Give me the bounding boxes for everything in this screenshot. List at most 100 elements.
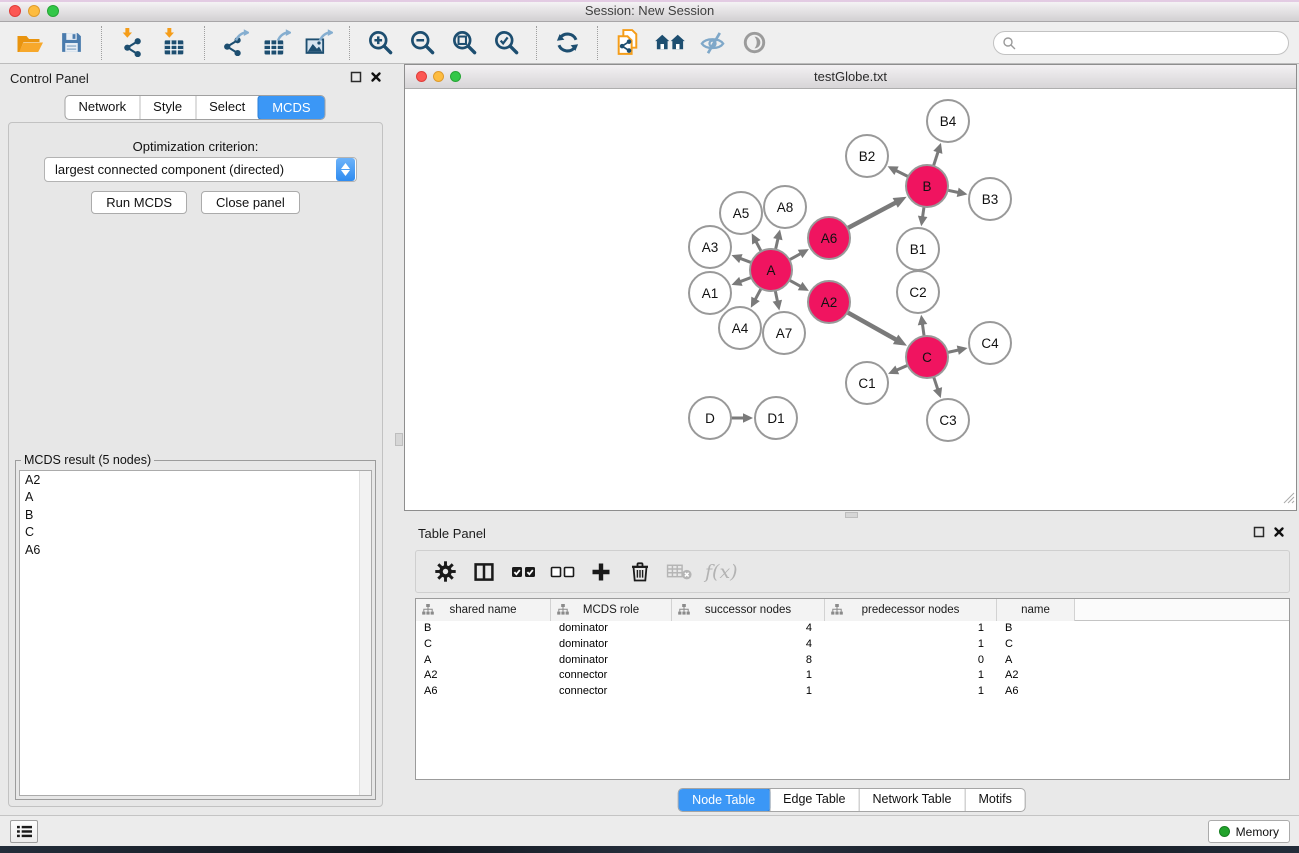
- zoom-out-icon[interactable]: [406, 27, 438, 59]
- graph-node-label: A3: [702, 240, 719, 255]
- sitemap-icon: [678, 604, 690, 618]
- graph-edge-arrowhead: [743, 413, 753, 423]
- splitter-handle-horizontal[interactable]: [845, 512, 858, 518]
- columns-icon[interactable]: [469, 557, 499, 587]
- splitter-handle-vertical[interactable]: [395, 433, 403, 446]
- close-panel-icon[interactable]: [1273, 526, 1285, 538]
- show-all-icon[interactable]: [738, 27, 770, 59]
- search-input[interactable]: [1020, 33, 1288, 53]
- graph-edge-arrowhead: [918, 315, 928, 326]
- column-header-predecessor-nodes[interactable]: predecessor nodes: [825, 599, 997, 621]
- delete-icon[interactable]: [625, 557, 655, 587]
- table-row[interactable]: Adominator80A: [416, 653, 1289, 669]
- export-table-icon[interactable]: [261, 27, 293, 59]
- zoom-selected-icon[interactable]: [490, 27, 522, 59]
- search-box[interactable]: [993, 31, 1289, 55]
- status-bar: Memory: [0, 815, 1299, 846]
- column-header-successor-nodes[interactable]: successor nodes: [672, 599, 825, 621]
- column-header-label: shared name: [449, 604, 516, 616]
- graph-node-label: A1: [702, 286, 719, 301]
- table-row[interactable]: A2connector11A2: [416, 668, 1289, 684]
- table-cell: A6: [997, 684, 1075, 700]
- zoom-fit-icon[interactable]: [448, 27, 480, 59]
- table-cell: A: [997, 653, 1075, 669]
- memory-button[interactable]: Memory: [1208, 820, 1290, 843]
- show-panels-button[interactable]: [10, 820, 38, 843]
- result-item[interactable]: A2: [20, 471, 371, 489]
- network-canvas[interactable]: B4B2BB3A8A5A6B1A3AA1C2A2A4A7C4CC1C3DD1: [405, 89, 1296, 510]
- tab-style[interactable]: Style: [139, 96, 195, 119]
- graph-edge-A6-B[interactable]: [846, 202, 897, 229]
- column-header-name[interactable]: name: [997, 599, 1075, 621]
- tab-network-table[interactable]: Network Table: [859, 789, 965, 811]
- tab-mcds[interactable]: MCDS: [257, 95, 325, 120]
- table-panel: Table Panel f(x) shared nameMCDS rolesuc…: [404, 520, 1299, 815]
- hide-selected-icon[interactable]: [696, 27, 728, 59]
- table-row[interactable]: Cdominator41C: [416, 637, 1289, 653]
- run-mcds-button[interactable]: Run MCDS: [91, 191, 187, 214]
- table-cell: dominator: [551, 653, 672, 669]
- refresh-icon[interactable]: [551, 27, 583, 59]
- home-icon[interactable]: [654, 27, 686, 59]
- toolbar-separator: [536, 26, 537, 60]
- settings-icon[interactable]: [430, 557, 460, 587]
- table-cell: 1: [825, 637, 997, 653]
- network-view-window: testGlobe.txt B4B2BB3A8A5A6B1A3AA1C2A2A4…: [404, 64, 1297, 511]
- save-icon[interactable]: [55, 27, 87, 59]
- close-panel-button[interactable]: Close panel: [201, 191, 300, 214]
- network-window-titlebar[interactable]: testGlobe.txt: [405, 65, 1296, 89]
- result-item[interactable]: B: [20, 506, 371, 524]
- column-header-MCDS-role[interactable]: MCDS role: [551, 599, 672, 621]
- table-cell: C: [997, 637, 1075, 653]
- window-title: Session: New Session: [0, 3, 1299, 18]
- resize-grip-icon[interactable]: [1280, 489, 1295, 509]
- import-network-icon[interactable]: [116, 27, 148, 59]
- desktop-background: [0, 846, 1299, 853]
- table-row[interactable]: A6connector11A6: [416, 684, 1289, 700]
- close-panel-icon[interactable]: [370, 71, 382, 83]
- table-cell: 1: [825, 668, 997, 684]
- graph-node-label: C1: [858, 376, 875, 391]
- float-panel-icon[interactable]: [1253, 526, 1265, 538]
- graph-edge-A2-C[interactable]: [846, 311, 898, 340]
- column-header-shared-name[interactable]: shared name: [416, 599, 551, 621]
- tab-node-table[interactable]: Node Table: [677, 788, 770, 812]
- clone-network-icon[interactable]: [612, 27, 644, 59]
- criterion-select-value: largest connected component (directed): [45, 162, 336, 177]
- result-item[interactable]: A: [20, 489, 371, 507]
- table-panel-tabs: Node TableEdge TableNetwork TableMotifs: [677, 788, 1026, 812]
- column-header-label: MCDS role: [583, 604, 639, 616]
- table-cell: B: [416, 621, 551, 637]
- criterion-select[interactable]: largest connected component (directed): [44, 157, 357, 182]
- graph-edge-arrowhead: [773, 300, 782, 311]
- graph-node-label: C2: [909, 285, 926, 300]
- memory-status-icon: [1219, 826, 1230, 837]
- import-table-icon[interactable]: [158, 27, 190, 59]
- tab-motifs[interactable]: Motifs: [964, 789, 1024, 811]
- tab-network[interactable]: Network: [65, 96, 139, 119]
- table-row[interactable]: Bdominator41B: [416, 621, 1289, 637]
- tab-select[interactable]: Select: [195, 96, 258, 119]
- toolbar-separator: [349, 26, 350, 60]
- network-graph[interactable]: B4B2BB3A8A5A6B1A3AA1C2A2A4A7C4CC1C3DD1: [405, 89, 1296, 510]
- tab-edge-table[interactable]: Edge Table: [769, 789, 858, 811]
- node-table: shared name MCDS role successor nodesprede…: [415, 598, 1290, 780]
- select-all-icon[interactable]: [508, 557, 538, 587]
- result-item[interactable]: A6: [20, 541, 371, 559]
- zoom-in-icon[interactable]: [364, 27, 396, 59]
- float-panel-icon[interactable]: [350, 71, 362, 83]
- result-scrollbar[interactable]: [359, 471, 371, 795]
- deselect-all-icon[interactable]: [547, 557, 577, 587]
- open-folder-icon[interactable]: [13, 27, 45, 59]
- add-icon[interactable]: [586, 557, 616, 587]
- graph-node-label: C: [922, 350, 932, 365]
- mcds-result-list[interactable]: A2ABCA6: [19, 470, 372, 796]
- graph-node-label: A6: [821, 231, 838, 246]
- export-image-icon[interactable]: [303, 27, 335, 59]
- graph-node-label: C3: [939, 413, 956, 428]
- toolbar-separator: [204, 26, 205, 60]
- export-network-icon[interactable]: [219, 27, 251, 59]
- function-builder-button[interactable]: f(x): [705, 561, 738, 583]
- result-item[interactable]: C: [20, 524, 371, 542]
- mcds-result-legend: MCDS result (5 nodes): [21, 453, 154, 467]
